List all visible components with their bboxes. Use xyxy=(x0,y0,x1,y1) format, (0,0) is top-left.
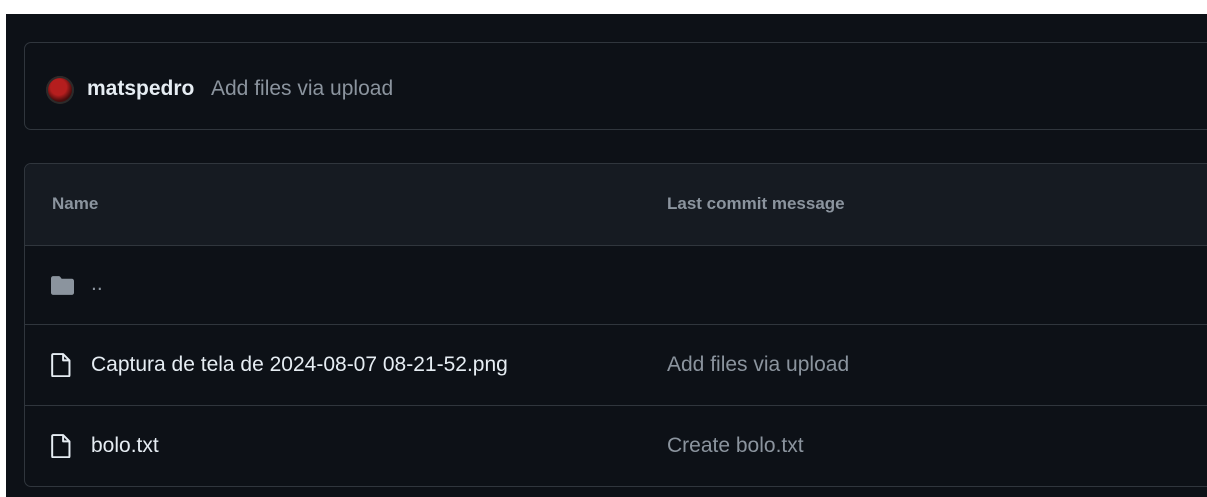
file-name-link[interactable]: bolo.txt xyxy=(91,434,159,458)
avatar[interactable] xyxy=(46,76,74,104)
latest-commit-bar: matspedro Add files via upload xyxy=(24,42,1207,130)
table-row[interactable]: Captura de tela de 2024-08-07 08-21-52.p… xyxy=(25,325,1207,406)
file-name-link[interactable]: Captura de tela de 2024-08-07 08-21-52.p… xyxy=(91,353,508,377)
folder-icon xyxy=(51,276,74,295)
column-header-last-commit: Last commit message xyxy=(667,194,845,213)
file-commit-message-link[interactable]: Add files via upload xyxy=(667,353,849,377)
file-table: Name Last commit message .. Captura de t… xyxy=(24,163,1207,487)
table-row-parent-directory[interactable]: .. xyxy=(25,246,1207,325)
commit-author-link[interactable]: matspedro xyxy=(87,77,194,101)
commit-message-link[interactable]: Add files via upload xyxy=(211,77,393,101)
file-icon xyxy=(51,353,71,377)
table-header: Name Last commit message xyxy=(25,164,1207,246)
file-icon xyxy=(51,434,71,458)
file-commit-message-link[interactable]: Create bolo.txt xyxy=(667,434,804,458)
table-row[interactable]: bolo.txt Create bolo.txt xyxy=(25,406,1207,486)
column-header-name: Name xyxy=(52,194,99,213)
file-browser-panel: matspedro Add files via upload Name Last… xyxy=(6,14,1207,497)
parent-directory-link[interactable]: .. xyxy=(91,272,103,296)
